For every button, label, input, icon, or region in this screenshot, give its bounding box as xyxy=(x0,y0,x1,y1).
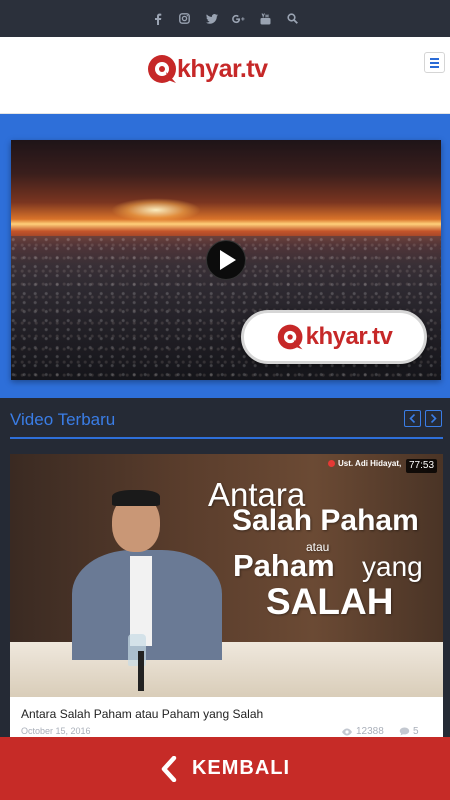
carousel-prev-button[interactable] xyxy=(404,410,421,427)
video-thumbnail[interactable]: Antara Salah Paham atau Paham yang SALAH… xyxy=(10,454,443,697)
views-count: 12388 xyxy=(356,726,384,737)
watermark-text: khyar.tv xyxy=(305,323,393,350)
logo-text: khyar.tv xyxy=(177,54,268,83)
social-topbar xyxy=(0,0,450,37)
play-button[interactable] xyxy=(206,240,246,280)
featured-video-section: khyar.tv xyxy=(0,114,450,398)
logo-mark-icon xyxy=(277,324,303,350)
hamburger-menu-button[interactable] xyxy=(424,52,445,73)
site-logo[interactable]: khyar.tv xyxy=(146,51,282,87)
comment-icon xyxy=(399,727,410,736)
site-header: khyar.tv xyxy=(0,37,450,114)
logo-mark-icon xyxy=(148,55,176,83)
facebook-icon[interactable] xyxy=(151,12,164,25)
play-icon xyxy=(220,250,236,270)
thumbnail-text-line: SALAH xyxy=(266,581,394,622)
video-duration-badge: 77:53 xyxy=(406,459,438,473)
featured-video-player[interactable]: khyar.tv xyxy=(11,140,441,380)
chevron-left-icon xyxy=(409,414,416,423)
thumbnail-text-line: Paham xyxy=(233,548,335,583)
video-comments: 5 xyxy=(399,726,419,737)
youtube-icon[interactable] xyxy=(259,12,272,25)
hamburger-icon-bar xyxy=(430,65,439,68)
chevron-left-icon xyxy=(161,755,177,782)
thumbnail-text-line: Salah Paham xyxy=(232,504,419,537)
back-button[interactable]: KEMBALI xyxy=(0,737,450,800)
carousel-next-button[interactable] xyxy=(425,410,442,427)
record-dot-icon xyxy=(328,460,335,467)
microphone xyxy=(138,651,144,691)
latest-videos-header: Video Terbaru xyxy=(10,407,443,439)
hamburger-icon-bar xyxy=(430,61,439,64)
speaker-tag: Ust. Adi Hidayat, xyxy=(328,459,401,468)
search-icon[interactable] xyxy=(286,12,299,25)
video-title-link[interactable]: Antara Salah Paham atau Paham yang Salah xyxy=(21,707,263,721)
sunset-glow xyxy=(111,198,201,222)
video-date: October 15, 2016 xyxy=(21,726,91,736)
thumbnail-text-line: yang xyxy=(362,551,423,582)
speaker-cap xyxy=(112,490,160,506)
chevron-right-icon xyxy=(430,414,437,423)
twitter-icon[interactable] xyxy=(205,12,218,25)
video-card[interactable]: Antara Salah Paham atau Paham yang SALAH… xyxy=(10,454,443,744)
eye-icon xyxy=(342,728,352,735)
speaker-name: Ust. Adi Hidayat, xyxy=(338,459,402,468)
section-title: Video Terbaru xyxy=(10,410,116,429)
speaker-shirt xyxy=(130,556,152,646)
comments-count: 5 xyxy=(413,726,419,737)
instagram-icon[interactable] xyxy=(178,12,191,25)
back-button-label: KEMBALI xyxy=(191,757,291,779)
hamburger-icon-bar xyxy=(430,57,439,60)
video-views: 12388 xyxy=(341,726,384,737)
video-watermark-logo: khyar.tv xyxy=(241,310,427,364)
google-plus-icon[interactable] xyxy=(232,12,245,25)
